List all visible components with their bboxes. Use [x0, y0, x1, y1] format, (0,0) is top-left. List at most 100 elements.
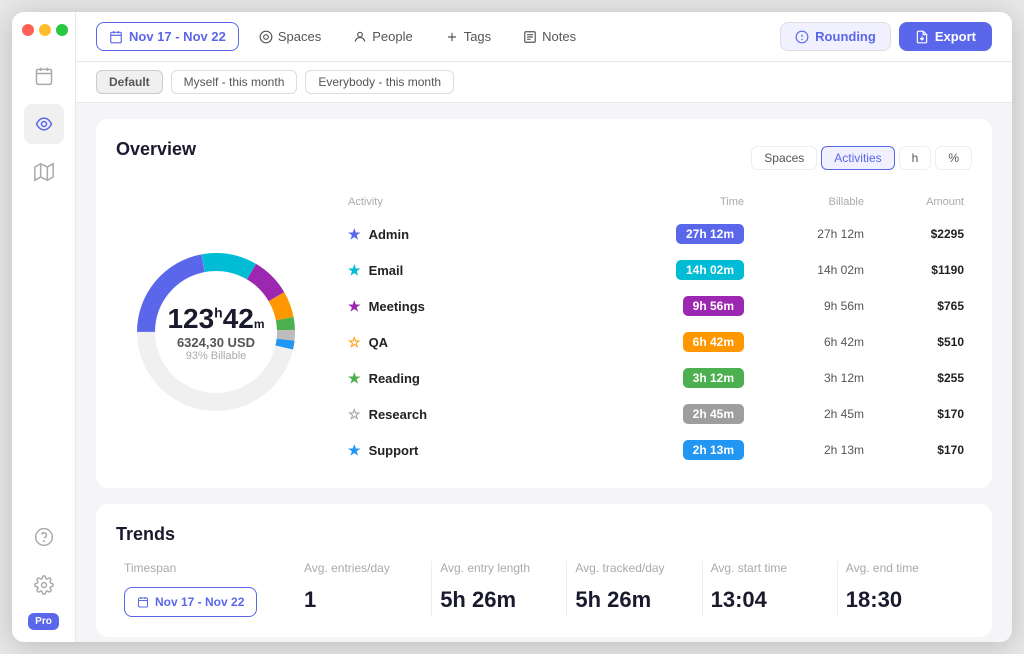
- rounding-icon: [795, 30, 809, 44]
- star-icon: ★: [348, 442, 361, 459]
- rounding-label: Rounding: [815, 29, 876, 44]
- trends-col-value: 18:30: [846, 587, 964, 613]
- overview-title: Overview: [116, 139, 196, 160]
- nav-people[interactable]: People: [341, 23, 424, 50]
- sidebar-settings-icon[interactable]: [24, 565, 64, 605]
- filter-default[interactable]: Default: [96, 70, 163, 94]
- trends-col-value: 1: [304, 587, 423, 613]
- activity-name: ★ Admin: [348, 226, 624, 243]
- amount-cell: $510: [864, 335, 964, 349]
- time-badge: 27h 12m: [676, 224, 744, 244]
- billable-cell: 3h 12m: [744, 371, 864, 385]
- sidebar-bottom: Pro: [24, 517, 64, 630]
- trends-col-1: Avg. entry length 5h 26m: [431, 561, 566, 617]
- time-badge: 9h 56m: [683, 296, 744, 316]
- table-header: Activity Time Billable Amount: [340, 196, 972, 216]
- activity-label: Support: [369, 443, 419, 458]
- col-amount: Amount: [864, 196, 964, 208]
- table-row: ☆ QA 6h 42m 6h 42m $510: [340, 324, 972, 360]
- toggle-percent[interactable]: %: [935, 146, 972, 170]
- filterbar: Default Myself - this month Everybody - …: [76, 62, 1012, 103]
- app-window: Pro Nov 17 - Nov 22 Spaces People: [12, 12, 1012, 642]
- trends-title: Trends: [116, 524, 972, 545]
- nav-notes[interactable]: Notes: [511, 23, 588, 50]
- nav-spaces[interactable]: Spaces: [247, 23, 333, 50]
- sidebar-calendar-icon[interactable]: [24, 56, 64, 96]
- traffic-lights: [12, 24, 68, 36]
- trends-col-0: Avg. entries/day 1: [296, 561, 431, 617]
- trends-col-label: Avg. entries/day: [304, 561, 423, 575]
- nav-tags[interactable]: Tags: [433, 23, 503, 50]
- toggle-hours[interactable]: h: [899, 146, 932, 170]
- trends-col-value: 5h 26m: [575, 587, 693, 613]
- calendar-icon: [109, 30, 123, 44]
- donut-center: 123h42m 6324,30 USD 93% Billable: [167, 303, 264, 362]
- overview-header: Overview Spaces Activities h %: [116, 139, 972, 176]
- notes-icon: [523, 30, 537, 44]
- trends-col-label: Avg. end time: [846, 561, 964, 575]
- donut-billable: 93% Billable: [167, 350, 264, 362]
- main-content: Nov 17 - Nov 22 Spaces People Tags Notes: [76, 12, 1012, 642]
- amount-cell: $170: [864, 407, 964, 421]
- star-icon: ☆: [348, 406, 361, 423]
- nav-spaces-label: Spaces: [278, 29, 321, 44]
- time-badge: 2h 13m: [683, 440, 744, 460]
- table-row: ★ Reading 3h 12m 3h 12m $255: [340, 360, 972, 396]
- toggle-activities[interactable]: Activities: [821, 146, 894, 170]
- billable-cell: 2h 45m: [744, 407, 864, 421]
- activity-label: Email: [369, 263, 404, 278]
- amount-cell: $1190: [864, 263, 964, 277]
- spaces-icon: [259, 30, 273, 44]
- trends-col-label: Avg. start time: [711, 561, 829, 575]
- amount-cell: $255: [864, 371, 964, 385]
- table-row: ☆ Research 2h 45m 2h 45m $170: [340, 396, 972, 432]
- toggle-spaces[interactable]: Spaces: [751, 146, 817, 170]
- col-time: Time: [624, 196, 744, 208]
- trends-col-value: 13:04: [711, 587, 829, 613]
- amount-cell: $2295: [864, 227, 964, 241]
- date-range-label: Nov 17 - Nov 22: [129, 29, 226, 44]
- time-cell: 3h 12m: [624, 368, 744, 388]
- table-row: ★ Admin 27h 12m 27h 12m $2295: [340, 216, 972, 252]
- star-icon: ★: [348, 226, 361, 243]
- sidebar-insights-icon[interactable]: [24, 104, 64, 144]
- col-billable: Billable: [744, 196, 864, 208]
- trends-date-label: Nov 17 - Nov 22: [155, 595, 244, 609]
- people-icon: [353, 30, 367, 44]
- topbar-left: Nov 17 - Nov 22 Spaces People Tags Notes: [96, 22, 588, 51]
- time-badge: 6h 42m: [683, 332, 744, 352]
- close-button[interactable]: [22, 24, 34, 36]
- billable-cell: 6h 42m: [744, 335, 864, 349]
- sidebar-help-icon[interactable]: [24, 517, 64, 557]
- trends-date-button[interactable]: Nov 17 - Nov 22: [124, 587, 257, 617]
- billable-cell: 27h 12m: [744, 227, 864, 241]
- export-button[interactable]: Export: [899, 22, 992, 51]
- activity-name: ☆ Research: [348, 406, 624, 423]
- maximize-button[interactable]: [56, 24, 68, 36]
- filter-everybody[interactable]: Everybody - this month: [305, 70, 454, 94]
- trends-timespan-label: Timespan: [124, 561, 288, 575]
- activity-name: ★ Reading: [348, 370, 624, 387]
- rounding-button[interactable]: Rounding: [780, 22, 891, 51]
- amount-cell: $170: [864, 443, 964, 457]
- time-cell: 27h 12m: [624, 224, 744, 244]
- trends-col-3: Avg. start time 13:04: [702, 561, 837, 617]
- trends-col-value: 5h 26m: [440, 587, 558, 613]
- nav-notes-label: Notes: [542, 29, 576, 44]
- date-range-button[interactable]: Nov 17 - Nov 22: [96, 22, 239, 51]
- tags-icon: [445, 30, 459, 44]
- trends-col-2: Avg. tracked/day 5h 26m: [566, 561, 701, 617]
- activity-label: QA: [369, 335, 389, 350]
- time-cell: 14h 02m: [624, 260, 744, 280]
- minimize-button[interactable]: [39, 24, 51, 36]
- topbar: Nov 17 - Nov 22 Spaces People Tags Notes: [76, 12, 1012, 62]
- trends-col-label: Avg. entry length: [440, 561, 558, 575]
- time-cell: 2h 13m: [624, 440, 744, 460]
- pro-badge[interactable]: Pro: [28, 613, 59, 630]
- col-activity: Activity: [348, 196, 624, 208]
- activity-name: ★ Meetings: [348, 298, 624, 315]
- time-cell: 9h 56m: [624, 296, 744, 316]
- filter-myself[interactable]: Myself - this month: [171, 70, 298, 94]
- topbar-right: Rounding Export: [780, 22, 992, 51]
- sidebar-map-icon[interactable]: [24, 152, 64, 192]
